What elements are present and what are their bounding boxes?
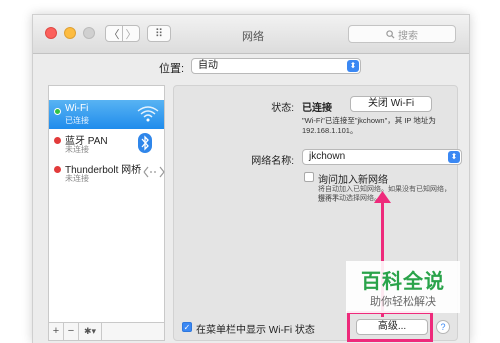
annotation-arrowhead-icon [374, 191, 391, 203]
grid-icon: ⠿ [154, 28, 164, 40]
wifi-icon [137, 106, 159, 122]
network-name-popup[interactable]: jkchown ⬍ [302, 149, 462, 165]
search-icon [386, 29, 395, 39]
ask-join-label: 询问加入新网络 [318, 175, 388, 186]
location-popup[interactable]: 自动 ⬍ [191, 58, 361, 74]
turn-off-wifi-button[interactable]: 关闭 Wi-Fi [350, 96, 432, 112]
gear-icon: ✱▾ [83, 326, 97, 336]
updown-arrows-icon: ⬍ [448, 151, 460, 163]
show-all-button[interactable]: ⠿ [147, 25, 171, 42]
status-description-line2: 192.168.1.101。 [302, 126, 358, 135]
minimize-window-button[interactable] [64, 27, 76, 39]
watermark-subtitle: 助你轻松解决 [370, 296, 436, 308]
service-status: 未连接 [65, 145, 89, 154]
forward-button[interactable]: 〉 [122, 25, 140, 42]
bridge-arrows-icon [143, 166, 165, 178]
bluetooth-icon [138, 133, 152, 153]
back-button[interactable]: 〈 [105, 25, 123, 42]
location-value: 自动 [198, 60, 218, 71]
service-status: 未连接 [65, 174, 89, 183]
chevron-left-icon: 〈 [108, 28, 120, 41]
show-menubar-checkbox[interactable]: ✓ [182, 322, 192, 332]
service-list: Wi-Fi 已连接 蓝牙 PAN 未连接 Thunderbolt 网桥 未连接 [48, 85, 165, 341]
status-dot-red [54, 137, 61, 144]
chevron-right-icon: 〉 [125, 28, 137, 41]
service-list-toolbar: + − ✱▾ [49, 322, 164, 340]
status-dot-red [54, 166, 61, 173]
status-dot-green [54, 108, 61, 115]
ask-join-hint-line2: 得不手动选择网络。 [318, 195, 381, 202]
remove-service-button[interactable]: − [64, 323, 79, 340]
annotation-highlight-box [347, 311, 433, 342]
watermark: 百科全说 助你轻松解决 [346, 261, 460, 313]
service-item-bluetooth-pan[interactable]: 蓝牙 PAN 未连接 [49, 129, 164, 158]
minus-icon: − [67, 325, 75, 337]
updown-arrows-icon: ⬍ [347, 60, 359, 72]
network-name-value: jkchown [309, 151, 346, 162]
service-item-wifi[interactable]: Wi-Fi 已连接 [49, 100, 164, 129]
action-menu-button[interactable]: ✱▾ [79, 323, 102, 340]
search-field[interactable]: 搜索 [348, 25, 456, 43]
show-menubar-label: 在菜单栏中显示 Wi-Fi 状态 [196, 325, 315, 336]
service-item-thunderbolt-bridge[interactable]: Thunderbolt 网桥 未连接 [49, 158, 165, 187]
help-button[interactable]: ? [436, 320, 450, 334]
close-window-button[interactable] [45, 27, 57, 39]
service-name: Wi-Fi [65, 103, 89, 114]
status-label: 状态: [271, 103, 294, 114]
plus-icon: + [52, 325, 60, 337]
location-label: 位置: [159, 63, 185, 75]
title-bar: 〈 〉 ⠿ 网络 搜索 [33, 15, 469, 54]
checkmark-icon: ✓ [183, 323, 191, 332]
window-title: 网络 [242, 31, 264, 43]
status-description-line1: "Wi-Fi"已连接至"jkchown"，其 IP 地址为 [302, 116, 436, 125]
status-value: 已连接 [302, 103, 332, 114]
add-service-button[interactable]: + [49, 323, 64, 340]
zoom-window-button[interactable] [83, 27, 95, 39]
search-placeholder: 搜索 [398, 30, 418, 42]
ask-join-checkbox[interactable] [304, 172, 314, 182]
watermark-title: 百科全说 [361, 271, 445, 293]
service-status: 已连接 [65, 116, 89, 125]
network-name-label: 网络名称: [251, 156, 294, 167]
